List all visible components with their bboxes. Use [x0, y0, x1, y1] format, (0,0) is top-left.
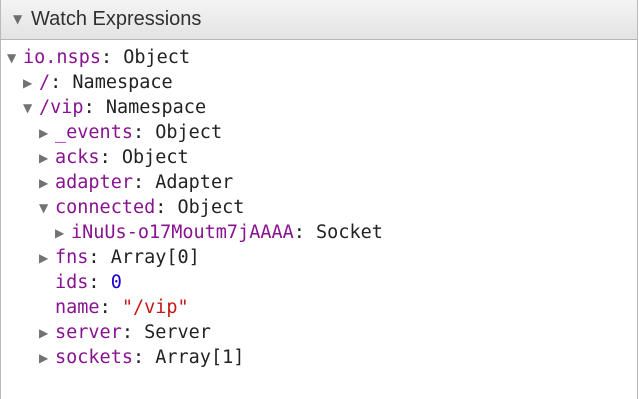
property-key: / — [39, 72, 51, 93]
triangle-right-icon[interactable]: ▶ — [55, 227, 71, 239]
tree-row[interactable]: ▼ io.nsps: Object — [7, 45, 190, 70]
property-key: /vip — [39, 97, 84, 118]
property-value: Object — [155, 122, 223, 143]
triangle-down-icon[interactable]: ▼ — [23, 102, 39, 114]
key-separator: : — [132, 172, 156, 193]
tree-row[interactable]: ▶ _events: Object — [39, 120, 222, 145]
property-key: name — [55, 297, 100, 318]
property-key: acks — [55, 147, 100, 168]
triangle-down-icon[interactable]: ▼ — [39, 202, 55, 214]
property-value: Array[1] — [155, 347, 245, 368]
key-separator: : — [99, 297, 122, 318]
key-separator: : — [99, 147, 122, 168]
property-key: ids — [55, 272, 89, 293]
watch-expressions-panel: ▼ Watch Expressions ▼ io.nsps: Object ▶ /: … — [0, 0, 638, 399]
property-key: connected — [55, 197, 156, 218]
property-value: Server — [144, 322, 211, 343]
property-value: Socket — [316, 222, 383, 243]
property-value: Object — [177, 197, 245, 218]
key-separator: : — [88, 272, 111, 293]
property-key: io.nsps — [23, 47, 101, 68]
triangle-down-icon[interactable]: ▼ — [13, 13, 31, 25]
property-value: Namespace — [72, 72, 173, 93]
property-value: Object — [123, 47, 191, 68]
tree-row[interactable]: ▶ iNuUs-o17Moutm7jAAAA: Socket — [55, 220, 383, 245]
key-separator: : — [132, 122, 156, 143]
property-value: "/vip" — [121, 297, 189, 318]
tree-row[interactable]: ▶ server: Server — [39, 320, 211, 345]
property-value: Adapter — [155, 172, 234, 193]
key-separator: : — [100, 47, 124, 68]
section-title: Watch Expressions — [31, 8, 202, 30]
tree-row[interactable]: ▶ adapter: Adapter — [39, 170, 233, 195]
key-separator: : — [50, 72, 73, 93]
property-value: Array[0] — [110, 247, 200, 268]
watch-expressions-header[interactable]: ▼ Watch Expressions — [1, 0, 637, 40]
key-separator: : — [155, 197, 178, 218]
tree-row[interactable]: ▶ sockets: Array[1] — [39, 345, 244, 370]
key-separator: : — [88, 247, 111, 268]
triangle-right-icon[interactable]: ▶ — [39, 152, 55, 164]
property-key: server — [55, 322, 122, 343]
tree-row[interactable]: ▼/vip: Namespace — [23, 95, 206, 120]
tree-row[interactable]: ▶ acks: Object — [39, 145, 189, 170]
triangle-down-icon[interactable]: ▼ — [7, 52, 23, 64]
tree-row[interactable]: ▶ fns: Array[0] — [39, 245, 200, 270]
property-value: Namespace — [105, 97, 207, 118]
triangle-right-icon[interactable]: ▶ — [23, 77, 39, 89]
tree-row: ids: 0 — [39, 270, 122, 295]
property-value: 0 — [110, 272, 122, 293]
key-separator: : — [132, 347, 156, 368]
triangle-right-icon[interactable]: ▶ — [39, 352, 55, 364]
property-key: iNuUs-o17Moutm7jAAAA — [71, 222, 294, 243]
triangle-right-icon[interactable]: ▶ — [39, 177, 55, 189]
triangle-right-icon[interactable]: ▶ — [39, 252, 55, 264]
tree-row: name: "/vip" — [39, 295, 189, 320]
key-separator: : — [83, 97, 106, 118]
key-separator: : — [121, 322, 145, 343]
property-key: fns — [55, 247, 89, 268]
property-key: sockets — [55, 347, 133, 368]
property-key: adapter — [55, 172, 133, 193]
triangle-right-icon[interactable]: ▶ — [39, 327, 55, 339]
property-value: Object — [121, 147, 189, 168]
property-key: _events — [55, 122, 133, 143]
tree-row[interactable]: ▼ connected: Object — [39, 195, 244, 220]
triangle-right-icon[interactable]: ▶ — [39, 127, 55, 139]
key-separator: : — [293, 222, 317, 243]
tree-row[interactable]: ▶ /: Namespace — [23, 70, 173, 95]
